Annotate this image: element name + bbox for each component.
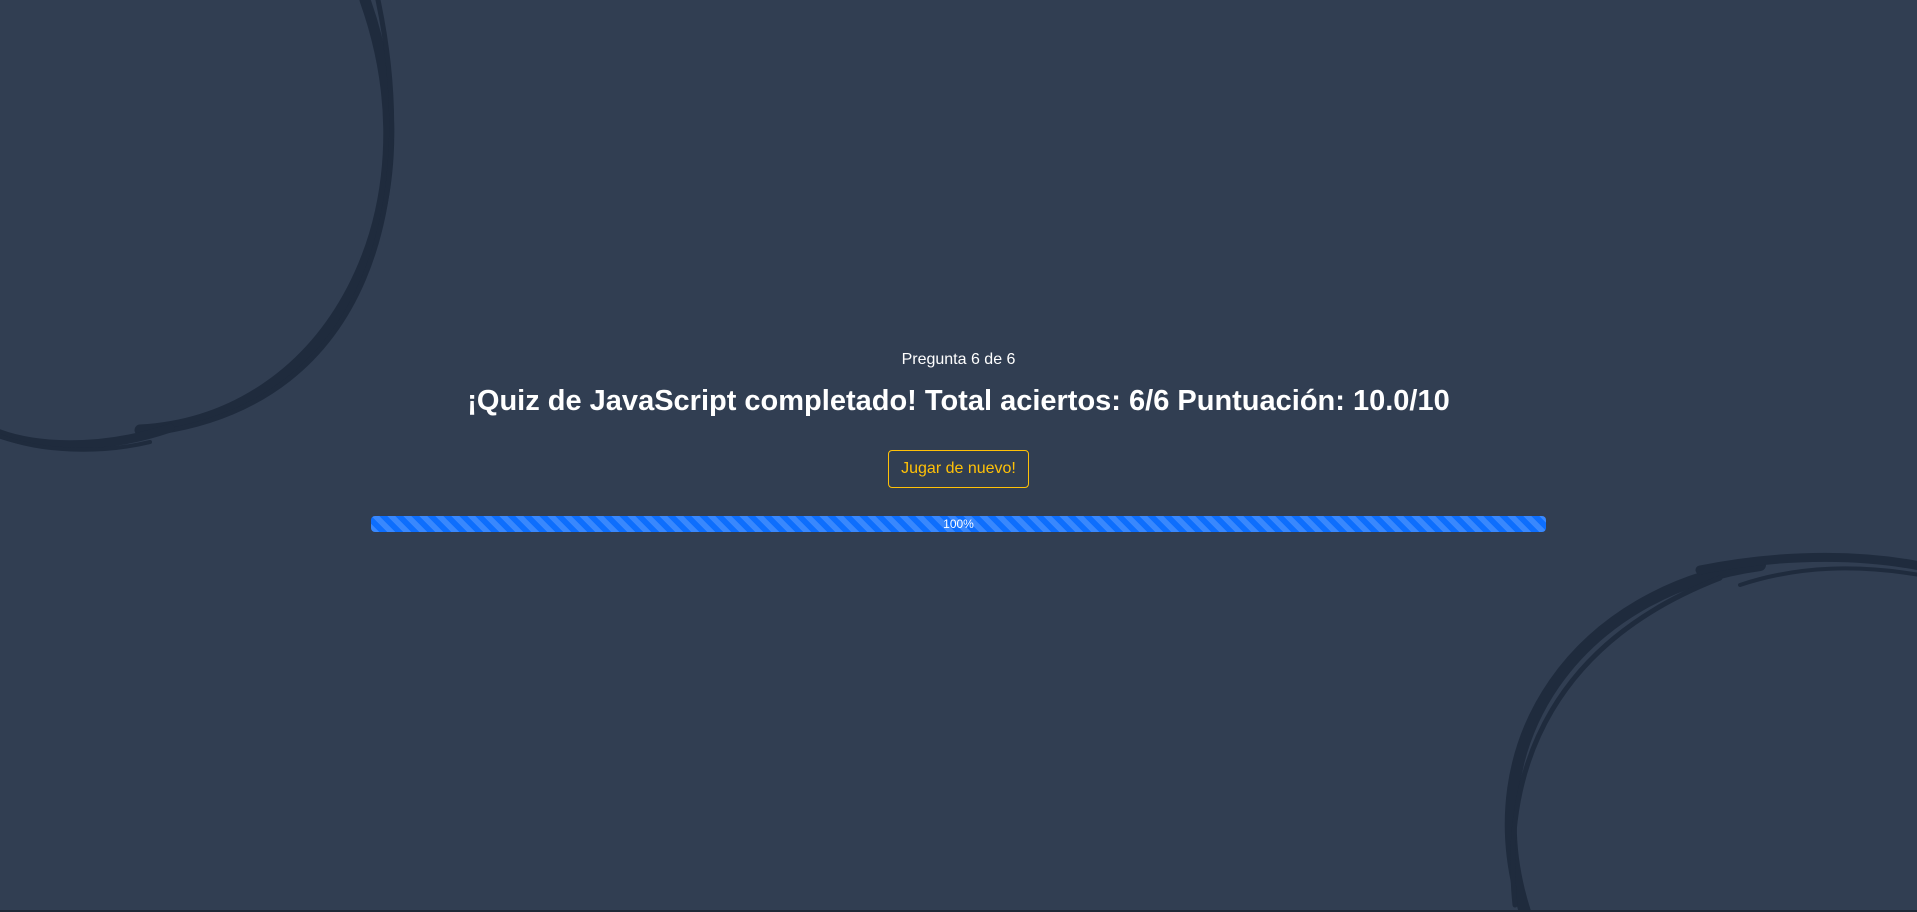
question-counter: Pregunta 6 de 6 (901, 351, 1016, 368)
swirl-top-left-tail (0, 423, 175, 450)
play-again-button[interactable]: Jugar de nuevo! (888, 450, 1029, 488)
button-row: Jugar de nuevo! (371, 450, 1546, 488)
swirl-top-left-wisp (0, 434, 152, 452)
progress-bar: 100% (371, 516, 1546, 532)
swirl-bottom-right-wisp (1738, 566, 1917, 587)
quiz-result-heading: ¡Quiz de JavaScript completado! Total ac… (467, 385, 1450, 417)
swirl-top-left-outer (134, 0, 395, 436)
progress-track: 100% (371, 516, 1546, 532)
swirl-top-left-inner (157, 0, 395, 435)
swirl-bottom-right-inner (1510, 575, 1723, 908)
quiz-page: Pregunta 6 de 6 ¡Quiz de JavaScript comp… (0, 0, 1917, 912)
swirl-bottom-right-outer (1504, 559, 1766, 912)
swirl-bottom-right-tail (1695, 552, 1917, 575)
quiz-results: Pregunta 6 de 6 ¡Quiz de JavaScript comp… (371, 348, 1546, 532)
